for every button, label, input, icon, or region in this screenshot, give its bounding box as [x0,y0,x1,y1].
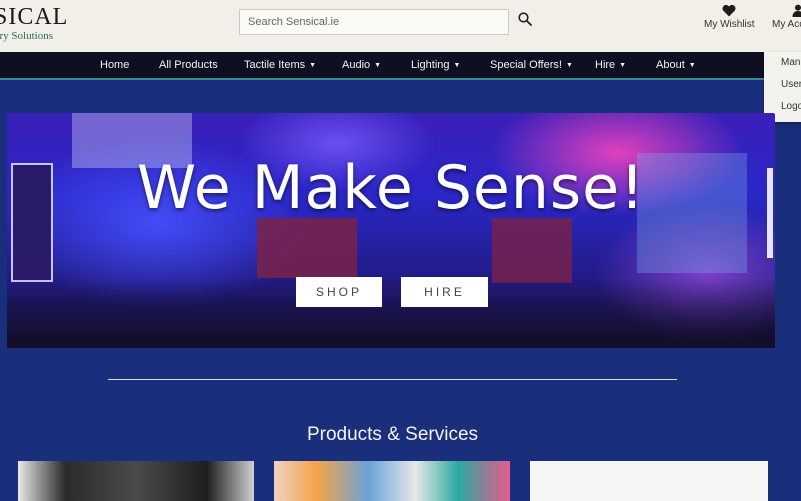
dropdown-item-user[interactable]: User [781,79,801,90]
main-nav: Home All Products Tactile Items ▼ Audio ▼ … [0,52,801,80]
site-logo[interactable]: SICAL [0,4,68,31]
nav-lighting[interactable]: Lighting ▼ [411,52,460,78]
hero-red-panel [257,218,357,278]
chevron-down-icon: ▼ [619,62,627,69]
dropdown-item-logout[interactable]: Logo [781,101,801,112]
nav-tactile-items[interactable]: Tactile Items ▼ [244,52,316,78]
section-divider [108,379,677,380]
chevron-down-icon: ▼ [453,62,461,69]
wishlist-label: My Wishlist [704,19,755,30]
nav-all-products[interactable]: All Products [159,52,218,78]
product-card-2[interactable] [274,461,510,501]
nav-home[interactable]: Home [100,52,129,78]
product-card-1[interactable] [18,461,254,501]
hero-banner: We Make Sense! SHOP HIRE [7,113,775,348]
chevron-down-icon: ▼ [565,62,573,69]
nav-audio[interactable]: Audio ▼ [342,52,381,78]
logo-tagline: ory Solutions [0,30,53,42]
hero-floor-shade [7,278,775,348]
section-title: Products & Services [306,424,479,445]
account-button[interactable]: My Acc [772,4,801,30]
nav-special-offers[interactable]: Special Offers! ▼ [490,52,573,78]
account-label: My Acc [772,19,801,30]
hero-title: We Make Sense! [136,153,646,223]
dropdown-item-manage[interactable]: Man [781,57,800,68]
chevron-down-icon: ▼ [374,62,382,69]
product-card-3[interactable] [530,461,768,501]
shop-button[interactable]: SHOP [296,277,382,307]
nav-about[interactable]: About ▼ [656,52,696,78]
site-header: SICAL ory Solutions My Wishlist My Acc [0,0,801,52]
account-dropdown: Man User Logo [764,52,801,122]
chevron-down-icon: ▼ [688,62,696,69]
chevron-down-icon: ▼ [309,62,317,69]
hero-red-panel [492,218,572,283]
wishlist-button[interactable]: My Wishlist [704,4,755,30]
search-icon[interactable] [518,12,536,30]
heart-icon [704,4,755,17]
search-input[interactable] [239,9,509,35]
hire-button[interactable]: HIRE [401,277,488,307]
user-icon [772,4,801,17]
nav-hire[interactable]: Hire ▼ [595,52,626,78]
